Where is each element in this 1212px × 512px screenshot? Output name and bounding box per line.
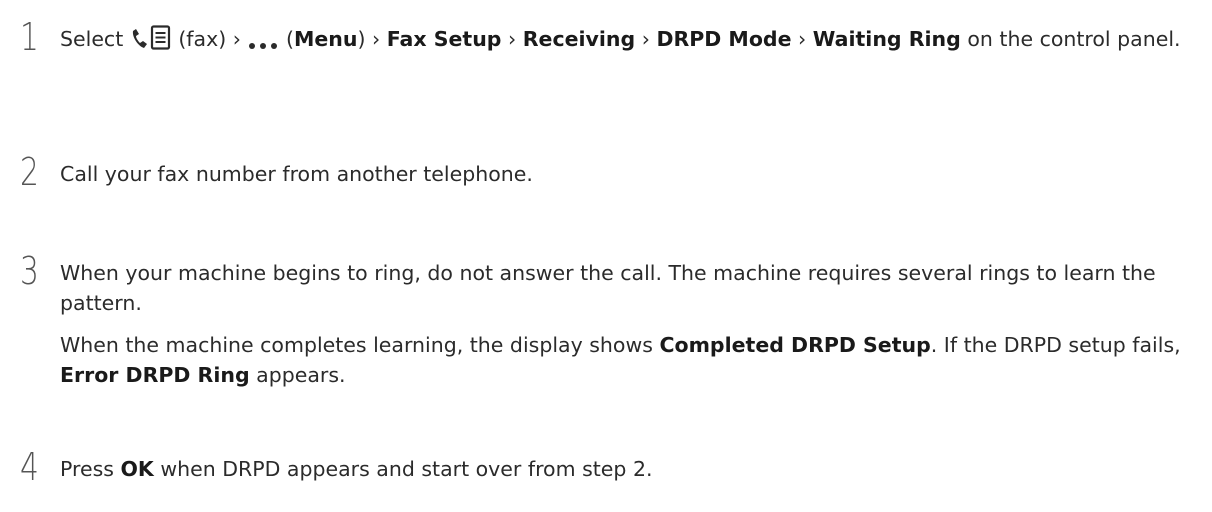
fax-icon — [130, 25, 172, 59]
press-text: Press — [60, 457, 114, 481]
completed-drpd-setup-label: Completed DRPD Setup — [659, 333, 931, 357]
waiting-ring-label: Waiting Ring — [812, 27, 961, 51]
step-1-text: Select (fax) › (Menu) › Fax Setup › Rece… — [60, 24, 1210, 59]
more-dots-icon — [247, 29, 279, 59]
menu-label: Menu — [294, 27, 358, 51]
step-number: 1 — [20, 15, 39, 59]
separator: › — [641, 27, 650, 51]
step-number: 2 — [20, 150, 39, 194]
fax-label: (fax) › — [178, 27, 241, 51]
ok-label: OK — [120, 457, 154, 481]
error-drpd-ring-label: Error DRPD Ring — [60, 363, 250, 387]
drpd-mode-label: DRPD Mode — [656, 27, 792, 51]
tail-text: on the control panel. — [967, 27, 1181, 51]
note-text: When the machine completes learning, the… — [60, 333, 653, 357]
fax-setup-label: Fax Setup — [386, 27, 502, 51]
step-number: 4 — [20, 445, 39, 489]
step-3-text: When your machine begins to ring, do not… — [60, 261, 1156, 315]
step-body: Press OK when DRPD appears and start ove… — [60, 454, 1210, 484]
step-body: Call your fax number from another teleph… — [60, 159, 1210, 189]
step-body: When your machine begins to ring, do not… — [60, 258, 1210, 390]
note-text: . If the DRPD setup fails, — [930, 333, 1181, 357]
step-number: 3 — [20, 249, 39, 293]
step-2-text: Call your fax number from another teleph… — [60, 162, 533, 186]
separator: › — [508, 27, 517, 51]
separator: › — [798, 27, 807, 51]
step-body: Select (fax) › (Menu) › Fax Setup › Rece… — [60, 24, 1210, 59]
note-text: appears. — [256, 363, 346, 387]
paren-close: ) › — [357, 27, 381, 51]
select-text: Select — [60, 27, 124, 51]
tail-text: when DRPD appears and start over from st… — [160, 457, 653, 481]
step-3-note: When the machine completes learning, the… — [60, 330, 1210, 390]
paren-open: ( — [286, 27, 294, 51]
step-4-text: Press OK when DRPD appears and start ove… — [60, 454, 1210, 484]
receiving-label: Receiving — [522, 27, 636, 51]
